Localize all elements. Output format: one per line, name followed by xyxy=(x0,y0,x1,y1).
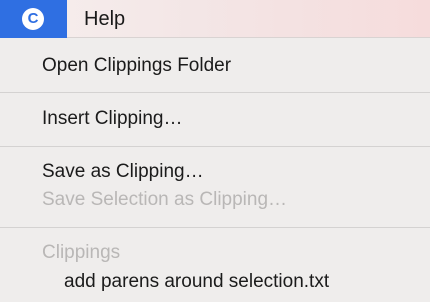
menu-item-insert-clipping[interactable]: Insert Clipping… xyxy=(42,107,182,131)
menu-item-save-as-clipping[interactable]: Save as Clipping… xyxy=(42,160,204,184)
dropdown-menu: Open Clippings Folder Insert Clipping… S… xyxy=(0,38,430,302)
help-menu-item[interactable]: Help xyxy=(84,0,125,38)
app-menu-item[interactable]: C xyxy=(0,0,67,38)
menu-bar: C Help xyxy=(0,0,430,38)
menu-section-header-clippings: Clippings xyxy=(42,242,121,263)
menu-separator xyxy=(0,146,430,147)
menu-item-clipping-file[interactable]: add parens around selection.txt xyxy=(64,270,329,294)
clippings-app-icon: C xyxy=(22,8,44,30)
menu-separator xyxy=(0,227,430,228)
menu-item-open-clippings-folder[interactable]: Open Clippings Folder xyxy=(42,54,231,78)
menu-item-save-selection-as-clipping: Save Selection as Clipping… xyxy=(42,189,288,210)
menu-separator xyxy=(0,92,430,93)
